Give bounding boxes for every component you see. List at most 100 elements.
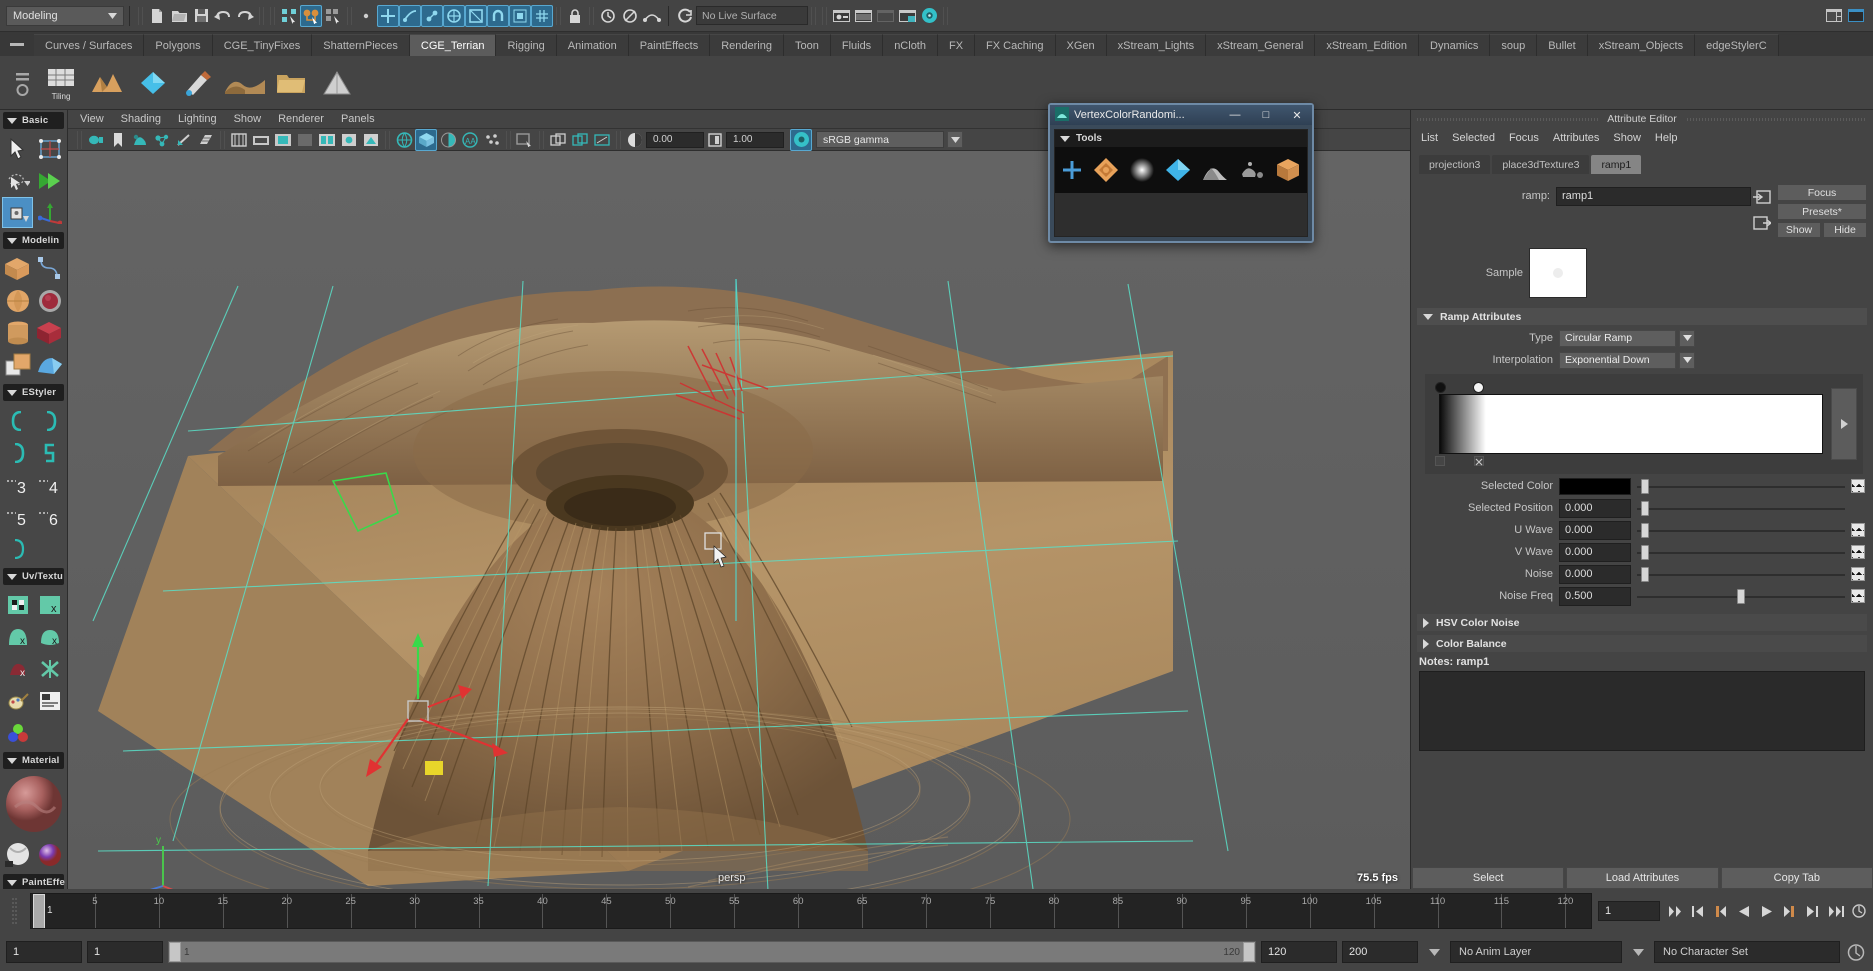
select-component-icon[interactable]	[322, 5, 344, 27]
resolution-gate-icon[interactable]	[173, 129, 195, 151]
toolbar-grip[interactable]	[811, 7, 816, 25]
exposure-field[interactable]: 0.00	[646, 132, 704, 148]
lattice-deform-icon[interactable]	[34, 133, 65, 164]
ae-tab-projection3[interactable]: projection3	[1419, 155, 1490, 174]
toolbox-section-basic[interactable]: Basic	[3, 112, 64, 129]
slider-knob[interactable]	[1641, 545, 1649, 560]
toolbar-grip[interactable]	[220, 131, 225, 149]
aa-toggle-icon[interactable]: AA	[459, 129, 481, 151]
chevron-down-icon[interactable]	[1627, 941, 1649, 963]
output-connection-icon[interactable]	[1751, 212, 1773, 234]
orange-cube-icon[interactable]	[1275, 156, 1301, 184]
view-transform-icon[interactable]	[547, 129, 569, 151]
current-frame-field[interactable]: 1	[1598, 901, 1660, 921]
character-set-field[interactable]: No Character Set	[1654, 941, 1840, 963]
redo-icon[interactable]	[234, 5, 256, 27]
map-button[interactable]	[1851, 567, 1865, 581]
menu-set-selector[interactable]: Modeling	[6, 6, 124, 26]
chevron-down-icon[interactable]	[1679, 352, 1695, 369]
attr-field-noise-freq[interactable]: 0.500	[1559, 587, 1631, 606]
select-tool-icon[interactable]	[2, 133, 33, 164]
ramp-type-dropdown[interactable]: Circular Ramp	[1559, 330, 1676, 347]
toolbar-grip[interactable]	[539, 131, 544, 149]
xray-cube-icon[interactable]	[415, 129, 437, 151]
toolbox-section-painteffects[interactable]: PaintEffe	[3, 874, 64, 889]
ramp-expand-button[interactable]	[1831, 388, 1857, 460]
shelf-tab-toon[interactable]: Toon	[784, 34, 831, 56]
slider-knob[interactable]	[1641, 523, 1649, 538]
view-transform2-icon[interactable]	[569, 129, 591, 151]
outliner-toggle-icon[interactable]	[896, 5, 918, 27]
shelf-tab-fx[interactable]: FX	[938, 34, 975, 56]
snap-uv-icon[interactable]	[509, 5, 531, 27]
cone-shelf-item[interactable]	[314, 60, 360, 106]
magnet-icon[interactable]	[487, 5, 509, 27]
shelf-tab-shatternpieces[interactable]: ShatternPieces	[312, 34, 410, 56]
ae-menu-help[interactable]: Help	[1655, 132, 1678, 144]
film-gate-icon[interactable]	[228, 129, 250, 151]
hide-button[interactable]: Hide	[1823, 222, 1867, 238]
channel-box-toggle-icon[interactable]	[852, 5, 874, 27]
close-icon[interactable]: ✕	[1284, 107, 1310, 123]
color-management-selector[interactable]: sRGB gamma	[816, 131, 944, 148]
attr-slider-noise-freq[interactable]	[1637, 588, 1845, 605]
notes-textarea[interactable]	[1419, 671, 1865, 751]
slider-knob[interactable]	[1641, 567, 1649, 582]
estyler-3-icon[interactable]: 3	[2, 469, 33, 500]
poly-sphere-icon[interactable]	[2, 285, 33, 316]
material-preview-swatch[interactable]	[0, 771, 67, 837]
select-hierarchy-icon[interactable]	[278, 5, 300, 27]
ae-menu-list[interactable]: List	[1421, 132, 1438, 144]
toolbar-grip[interactable]	[270, 7, 275, 25]
soft-blur-icon[interactable]	[1129, 156, 1155, 184]
estyler-4-icon[interactable]: 4	[34, 469, 65, 500]
nurbs-sphere-icon[interactable]	[34, 285, 65, 316]
terrain-shelf-item[interactable]	[84, 60, 130, 106]
isolate-select-icon[interactable]	[514, 129, 536, 151]
lighting-icon[interactable]	[338, 129, 360, 151]
uv-unfold-icon[interactable]	[34, 653, 65, 684]
open-scene-icon[interactable]	[168, 5, 190, 27]
toolbar-grip[interactable]	[138, 7, 143, 25]
toolbox-section-material[interactable]: Material	[3, 752, 64, 769]
attr-slider-v-wave[interactable]	[1637, 544, 1845, 561]
select-button[interactable]: Select	[1412, 867, 1564, 889]
viewport-menu-renderer[interactable]: Renderer	[278, 113, 324, 125]
motion-blur-icon[interactable]	[481, 129, 503, 151]
ramp-marker-white[interactable]	[1473, 382, 1484, 393]
textured-icon[interactable]	[316, 129, 338, 151]
ramp-gradient-bar[interactable]	[1439, 394, 1823, 454]
shade-all-icon[interactable]	[294, 129, 316, 151]
slider-knob[interactable]	[1641, 479, 1649, 494]
bookmark-icon[interactable]	[107, 129, 129, 151]
camera-select-icon[interactable]	[85, 129, 107, 151]
toolbar-grip[interactable]	[822, 7, 827, 25]
tiling-shelf-item[interactable]: Tiling	[38, 60, 84, 106]
xray-joints-icon[interactable]	[437, 129, 459, 151]
shelf-tab-rigging[interactable]: Rigging	[496, 34, 556, 56]
show-button[interactable]: Show	[1777, 222, 1821, 238]
estyler-bracket-right-icon[interactable]	[34, 405, 65, 436]
ae-menu-attributes[interactable]: Attributes	[1553, 132, 1599, 144]
snap-point-icon[interactable]	[421, 5, 443, 27]
go-to-start-icon[interactable]	[1664, 901, 1685, 922]
estyler-curve-icon[interactable]	[2, 533, 33, 564]
shelf-tab-rendering[interactable]: Rendering	[710, 34, 784, 56]
shadows-icon[interactable]	[360, 129, 382, 151]
construction-history-icon[interactable]	[641, 5, 663, 27]
sample-swatch[interactable]	[1529, 248, 1587, 298]
move-axis-icon[interactable]	[34, 197, 65, 228]
nurbs-shape-icon[interactable]	[34, 349, 65, 380]
shelf-tab-animation[interactable]: Animation	[557, 34, 629, 56]
ae-menu-focus[interactable]: Focus	[1509, 132, 1539, 144]
toolbar-grip[interactable]	[506, 131, 511, 149]
color-nodes-icon[interactable]	[2, 717, 33, 748]
poly-cylinder-icon[interactable]	[2, 317, 33, 348]
shelf-tab-xstream-general[interactable]: xStream_General	[1206, 34, 1315, 56]
time-slider-grip[interactable]	[0, 893, 28, 929]
attr-slider-u-wave[interactable]	[1637, 522, 1845, 539]
shelf-tab-soup[interactable]: soup	[1490, 34, 1537, 56]
shelf-tab-edgestylerc[interactable]: edgeStylerC	[1695, 34, 1779, 56]
tool-settings-toggle-icon[interactable]	[874, 5, 896, 27]
estyler-bracket-right2-icon[interactable]	[2, 437, 33, 468]
